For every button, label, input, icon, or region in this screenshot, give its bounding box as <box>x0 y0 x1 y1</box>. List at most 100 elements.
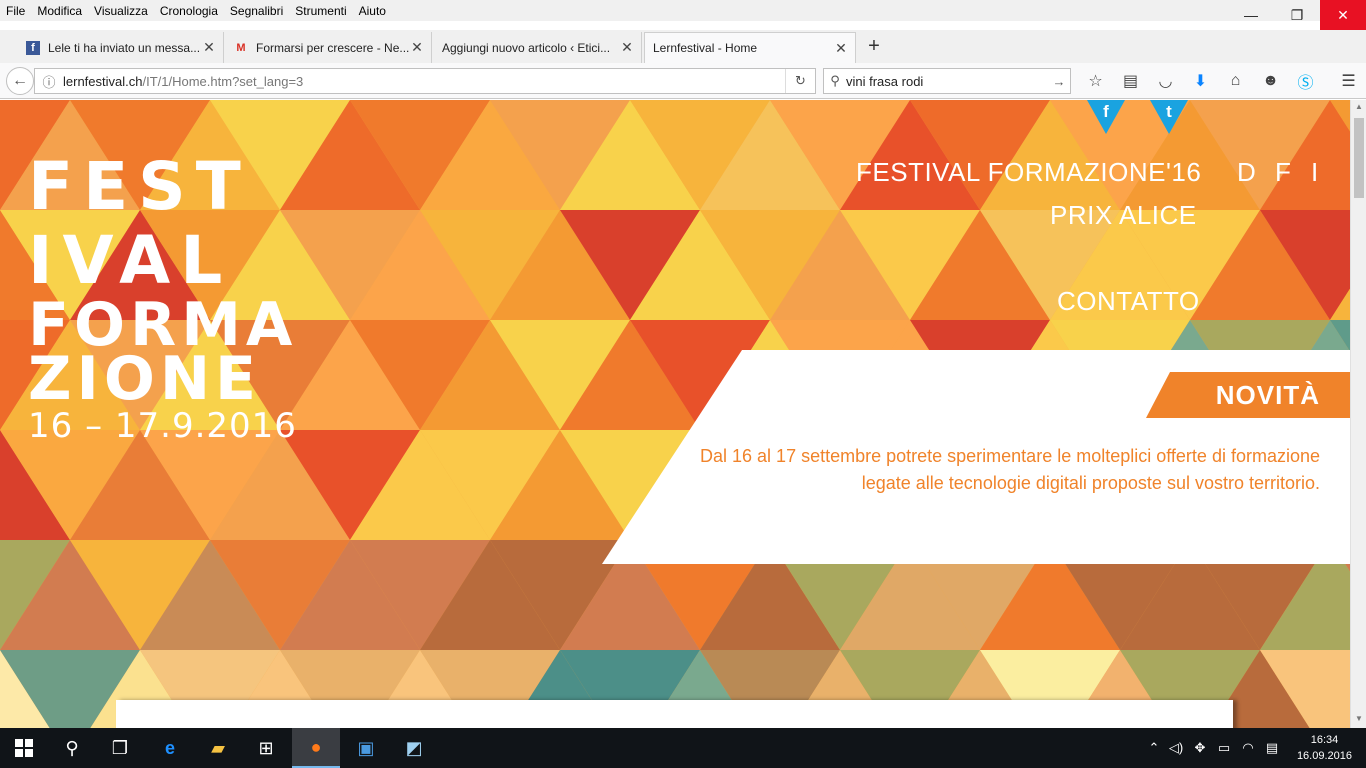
facebook-link[interactable]: f <box>1087 100 1125 134</box>
pocket-icon[interactable]: ◡ <box>1148 68 1183 94</box>
bookmark-star-icon[interactable]: ☆ <box>1078 68 1113 94</box>
wifi-icon[interactable]: ◠ <box>1236 740 1260 756</box>
nav-prix-alice[interactable]: PRIX ALICE <box>1050 200 1197 231</box>
scroll-down-icon[interactable]: ▼ <box>1354 714 1364 726</box>
tab-title: Lele ti ha inviato un messa... <box>48 40 201 55</box>
logo-line-2: IVAL <box>28 222 233 299</box>
close-tab-icon[interactable]: ✕ <box>833 40 849 57</box>
web-page: f t FEST IVAL FORMA ZIONE 16 – 17.9.2016… <box>0 100 1350 728</box>
lang-f[interactable]: F <box>1275 157 1291 188</box>
navigation-bar: ← ⓘ lernfestival.ch/IT/1/Home.htm?set_la… <box>0 63 1366 99</box>
tab-gmail[interactable]: M Formarsi per crescere - Ne... ✕ <box>226 32 432 63</box>
festival-logo[interactable]: FEST IVAL FORMA ZIONE 16 – 17.9.2016 <box>28 148 297 447</box>
store-button[interactable]: ⊞ <box>242 728 290 768</box>
facebook-icon: f <box>26 40 40 55</box>
tab-title: Lernfestival - Home <box>653 41 758 55</box>
close-tab-icon[interactable]: ✕ <box>201 39 217 56</box>
url-path: /IT/1/Home.htm?set_lang=3 <box>142 73 304 89</box>
logo-line-4: ZIONE <box>28 344 262 414</box>
facebook-label: f <box>1103 102 1109 121</box>
task-view-icon: ❐ <box>111 737 129 758</box>
close-tab-icon[interactable]: ✕ <box>619 39 635 56</box>
outlook-button[interactable]: ▣ <box>342 728 390 768</box>
news-panel: NOVITÀ Dal 16 al 17 settembre potrete sp… <box>602 350 1350 564</box>
clock-date: 16.09.2016 <box>1296 750 1352 762</box>
task-view-button[interactable]: ❐ <box>96 728 144 768</box>
url-bar[interactable]: ⓘ lernfestival.ch/IT/1/Home.htm?set_lang… <box>34 68 816 94</box>
tab-facebook[interactable]: f Lele ti ha inviato un messa... ✕ <box>18 32 224 63</box>
app-button[interactable]: ◩ <box>390 728 438 768</box>
page-scrollbar[interactable]: ▲ ▼ <box>1350 100 1366 728</box>
menu-aiuto[interactable]: Aiuto <box>353 4 392 18</box>
logo-line-1: FEST <box>28 148 251 225</box>
lang-i[interactable]: I <box>1311 157 1319 188</box>
folder-icon: ▰ <box>211 737 225 758</box>
tab-title: Aggiungi nuovo articolo ‹ Etici... <box>442 40 611 55</box>
windows-logo-icon <box>15 739 33 757</box>
search-bar[interactable]: ⚲ vini frasa rodi → <box>823 68 1071 94</box>
firefox-icon: ● <box>310 736 322 757</box>
reload-icon[interactable]: ↻ <box>785 69 815 93</box>
back-button[interactable]: ← <box>6 67 34 95</box>
hamburger-menu-icon[interactable]: ☰ <box>1331 68 1366 94</box>
edge-button[interactable]: e <box>146 728 194 768</box>
notepad-icon: ◩ <box>405 737 423 758</box>
start-button[interactable] <box>0 728 48 768</box>
menu-cronologia[interactable]: Cronologia <box>154 4 224 18</box>
search-icon: ⚲ <box>830 73 840 88</box>
tab-lernfestival[interactable]: Lernfestival - Home ✕ <box>644 32 856 63</box>
twitter-link[interactable]: t <box>1150 100 1188 134</box>
show-hidden-icon[interactable]: ⌃ <box>1144 740 1164 756</box>
battery-icon[interactable]: ▭ <box>1212 740 1236 756</box>
search-taskbar-button[interactable]: ⚲ <box>48 728 96 768</box>
volume-icon[interactable]: ◁) <box>1164 740 1188 756</box>
notifications-icon[interactable]: ▤ <box>1260 740 1284 756</box>
search-go-icon[interactable]: → <box>1048 74 1070 89</box>
info-icon[interactable]: ⓘ <box>35 72 63 91</box>
system-tray: ⌃ ◁) ✥ ▭ ◠ ▤ <box>1144 728 1284 768</box>
restore-button[interactable]: ❐ <box>1274 0 1320 30</box>
home-icon[interactable]: ⌂ <box>1218 68 1253 94</box>
menu-visualizza[interactable]: Visualizza <box>88 4 154 18</box>
store-icon: ⊞ <box>258 737 274 758</box>
download-icon[interactable]: ⬇ <box>1183 68 1218 94</box>
reading-list-icon[interactable]: ▤ <box>1113 68 1148 94</box>
menu-modifica[interactable]: Modifica <box>31 4 88 18</box>
menu-strumenti[interactable]: Strumenti <box>289 4 352 18</box>
content-box <box>116 700 1233 728</box>
emoji-icon[interactable]: ☻ <box>1253 68 1288 94</box>
logo-date: 16 – 17.9.2016 <box>28 406 297 446</box>
tab-bar: f Lele ti ha inviato un messa... ✕ M For… <box>0 30 1366 63</box>
taskbar: ⚲ ❐ e ▰ ⊞ ● ▣ ◩ ⌃ ◁) ✥ ▭ ◠ ▤ 16:34 16.09… <box>0 728 1366 768</box>
search-input[interactable]: vini frasa rodi <box>846 74 1048 89</box>
url-text[interactable]: lernfestival.ch/IT/1/Home.htm?set_lang=3 <box>63 74 785 89</box>
close-tab-icon[interactable]: ✕ <box>409 39 425 56</box>
gmail-icon: M <box>236 41 246 54</box>
twitter-label: t <box>1166 102 1172 121</box>
scroll-up-icon[interactable]: ▲ <box>1354 102 1364 114</box>
firefox-button[interactable]: ● <box>292 728 340 768</box>
new-tab-button[interactable]: + <box>862 33 886 59</box>
toolbar-icons: ☆ ▤ ◡ ⬇ ⌂ ☻ Ⓢ ☰ <box>1078 68 1366 94</box>
news-badge: NOVITÀ <box>1215 380 1320 410</box>
file-explorer-button[interactable]: ▰ <box>194 728 242 768</box>
edge-icon: e <box>164 737 175 758</box>
scroll-thumb[interactable] <box>1354 118 1364 198</box>
back-arrow-icon: ← <box>12 72 28 89</box>
tab-title: Formarsi per crescere - Ne... <box>256 40 409 55</box>
close-window-button[interactable]: ✕ <box>1320 0 1366 30</box>
nav-festival-formazione[interactable]: FESTIVAL FORMAZIONE'16 <box>856 157 1201 188</box>
clock[interactable]: 16:34 16.09.2016 <box>1297 732 1352 764</box>
dropbox-icon[interactable]: ✥ <box>1188 740 1212 756</box>
lang-d[interactable]: D <box>1237 157 1256 188</box>
news-text[interactable]: Dal 16 al 17 settembre potrete speriment… <box>700 443 1320 497</box>
clock-time: 16:34 <box>1310 734 1339 746</box>
outlook-icon: ▣ <box>357 737 375 758</box>
menu-segnalibri[interactable]: Segnalibri <box>224 4 289 18</box>
tab-wordpress[interactable]: Aggiungi nuovo articolo ‹ Etici... ✕ <box>434 32 642 63</box>
menu-file[interactable]: File <box>0 4 31 18</box>
skype-icon[interactable]: Ⓢ <box>1288 68 1323 94</box>
minimize-button[interactable]: — <box>1228 0 1274 30</box>
nav-contatto[interactable]: CONTATTO <box>1057 286 1200 317</box>
url-domain: lernfestival.ch <box>63 73 143 89</box>
